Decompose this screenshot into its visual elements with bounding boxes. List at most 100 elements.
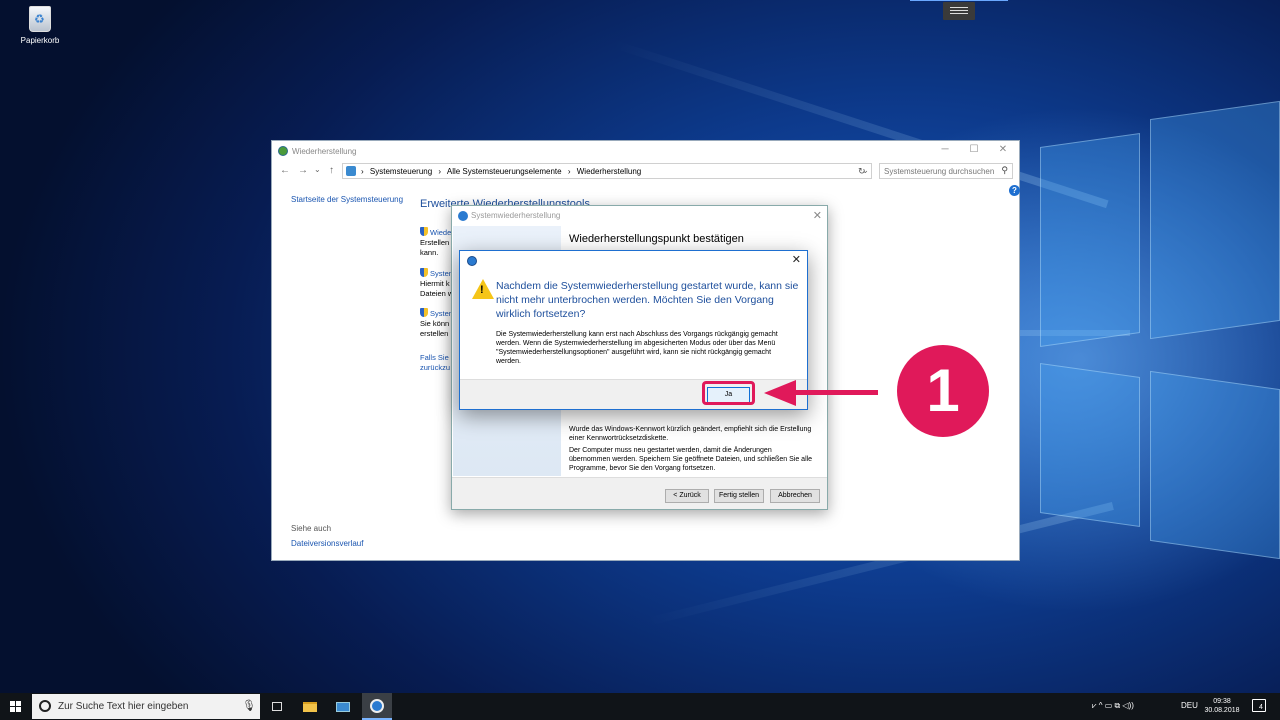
recovery-item-desc: erstellen [420,329,449,338]
clock-time: 09:38 [1213,698,1231,705]
cancel-button[interactable]: Abbrechen [770,489,820,503]
restart-note: Der Computer muss neu gestartet werden, … [569,447,813,472]
search-input[interactable]: Systemsteuerung durchsuchen ⚲ [879,163,1013,179]
system-restore-taskbar-icon [370,699,384,713]
windows-logo-tile [16,701,21,706]
input-language[interactable]: DEU [1181,701,1198,710]
up-arrow-icon[interactable]: ↑ [329,165,334,176]
recovery-item-desc: Dateien w [420,289,454,298]
uac-shield-icon [420,268,428,277]
control-panel-icon [346,166,356,176]
control-panel-taskbar-icon[interactable] [333,697,353,716]
confirm-detail-text: Die Systemwiederherstellung kann erst na… [496,331,778,365]
falls-link-line[interactable]: zurückzu [420,363,454,373]
windows-logo-tile [10,701,15,706]
logo-pane [1040,132,1140,348]
menu-line [950,10,968,11]
back-arrow-icon[interactable]: ← [280,165,290,176]
windows-logo-tile [10,707,15,712]
uac-shield-icon [420,308,428,317]
address-bar[interactable]: › Systemsteuerung › Alle Systemsteuerung… [342,163,872,179]
search-icon: ⚲ [1001,165,1008,175]
clock[interactable]: 09:38 30.08.2018 [1204,697,1240,715]
close-button[interactable]: ✕ [996,144,1010,156]
close-button[interactable]: ✕ [792,253,801,266]
breadcrumb: › Systemsteuerung › Alle Systemsteuerung… [361,167,645,176]
sidebar-link-startseite[interactable]: Startseite der Systemsteuerung [291,195,403,204]
refresh-icon[interactable]: ↻ [858,166,866,177]
recovery-icon [278,146,288,156]
logo-pane [1040,362,1140,528]
breadcrumb-alle-elemente[interactable]: Alle Systemsteuerungselemente [447,167,562,176]
breadcrumb-wiederherstellung[interactable]: Wiederherstellung [577,167,641,176]
clock-date: 30.08.2018 [1204,707,1240,714]
file-history-link[interactable]: Dateiversionsverlauf [291,539,363,548]
search-placeholder: Systemsteuerung durchsuchen [884,167,995,176]
windows-logo-tile [16,707,21,712]
remote-menu-button[interactable] [943,2,975,20]
taskbar-search-input[interactable]: Zur Suche Text hier eingeben 🎙 [32,694,260,719]
microphone-icon[interactable]: 🎙 [242,699,256,712]
warning-mark: ! [480,284,484,296]
folder-shape [303,702,317,712]
dialog-title: Systemwiederherstellung [471,211,561,220]
recent-dropdown-icon[interactable]: ⌄ [314,165,321,174]
close-button[interactable]: ✕ [813,209,822,222]
breadcrumb-separator: › [361,167,364,176]
recovery-item-2: Systemwiederherstellung öffnen Hiermit k… [420,268,454,299]
file-explorer-icon[interactable] [300,697,320,716]
system-tray-icons[interactable]: ⩗ ^ ▭ ⧉ ◁)) [1092,701,1134,711]
recovery-item-3: Systemwiederherstellung konfigurieren Si… [420,308,454,339]
navigation-bar: ← → ⌄ ↑ › Systemsteuerung › Alle Systems… [272,161,1019,181]
monitor-shape [336,702,350,712]
breadcrumb-separator: › [438,167,442,176]
recycle-bin-label: Papierkorb [20,36,60,45]
see-also-label: Siehe auch [291,524,332,533]
forward-arrow-icon[interactable]: → [298,165,308,176]
dialog-heading: Wiederherstellungspunkt bestätigen [569,233,744,245]
system-restore-taskbar-button[interactable] [362,693,392,720]
window-title: Wiederherstellung [292,147,357,156]
breadcrumb-systemsteuerung[interactable]: Systemsteuerung [370,167,432,176]
password-note: Wurde das Windows-Kennwort kürzlich geän… [569,426,812,442]
maximize-button[interactable]: ☐ [967,144,981,156]
breadcrumb-separator: › [567,167,571,176]
logo-pane [1150,100,1280,340]
notification-count: 4 [1259,704,1263,711]
cortana-icon [39,700,51,712]
recovery-item-1: Wiederherstellungslaufwerk erstellen Ers… [420,227,454,258]
dialog-footer: < Zurück Fertig stellen Abbrechen [452,477,827,509]
falls-link-line[interactable]: Falls Sie P [420,353,454,363]
confirm-main-instruction: Nachdem die Systemwiederherstellung gest… [496,280,799,320]
title-bar[interactable]: Wiederherstellung ─ ☐ ✕ [272,141,1019,161]
recycle-bin-icon [29,6,51,32]
help-icon[interactable]: ? [1009,185,1020,196]
uac-shield-icon [420,227,428,236]
menu-line [950,7,968,8]
recovery-item-desc: Sie könn [420,319,450,328]
finish-button[interactable]: Fertig stellen [714,489,764,503]
remote-bar-line [910,0,1008,1]
taskbar-search-placeholder: Zur Suche Text hier eingeben [58,701,189,712]
task-view-frame [272,702,282,711]
annotation-arrow-shaft [792,390,878,395]
task-view-icon[interactable] [268,697,288,716]
taskbar: Zur Suche Text hier eingeben 🎙 ⩗ ^ ▭ ⧉ ◁… [0,693,1280,720]
start-button[interactable] [10,701,21,712]
annotation-arrow-head [764,380,796,406]
back-button[interactable]: < Zurück [665,489,709,503]
recovery-item-desc: kann. [420,248,439,257]
menu-line [950,13,968,14]
system-restore-icon [458,211,468,221]
step-badge: 1 [897,345,989,437]
falls-link-block[interactable]: Falls Sie P zurückzu [420,353,454,373]
minimize-button[interactable]: ─ [938,144,952,156]
system-restore-icon [467,256,477,266]
notification-center-icon[interactable]: 4 [1252,699,1266,712]
recovery-item-desc: Erstellen [420,238,450,247]
recycle-bin[interactable]: Papierkorb [18,6,62,45]
recovery-item-desc: Hiermit k [420,279,450,288]
logo-pane [1150,370,1280,560]
highlight-box [702,381,755,405]
confirm-dialog: ✕ ! Nachdem die Systemwiederherstellung … [459,250,808,410]
